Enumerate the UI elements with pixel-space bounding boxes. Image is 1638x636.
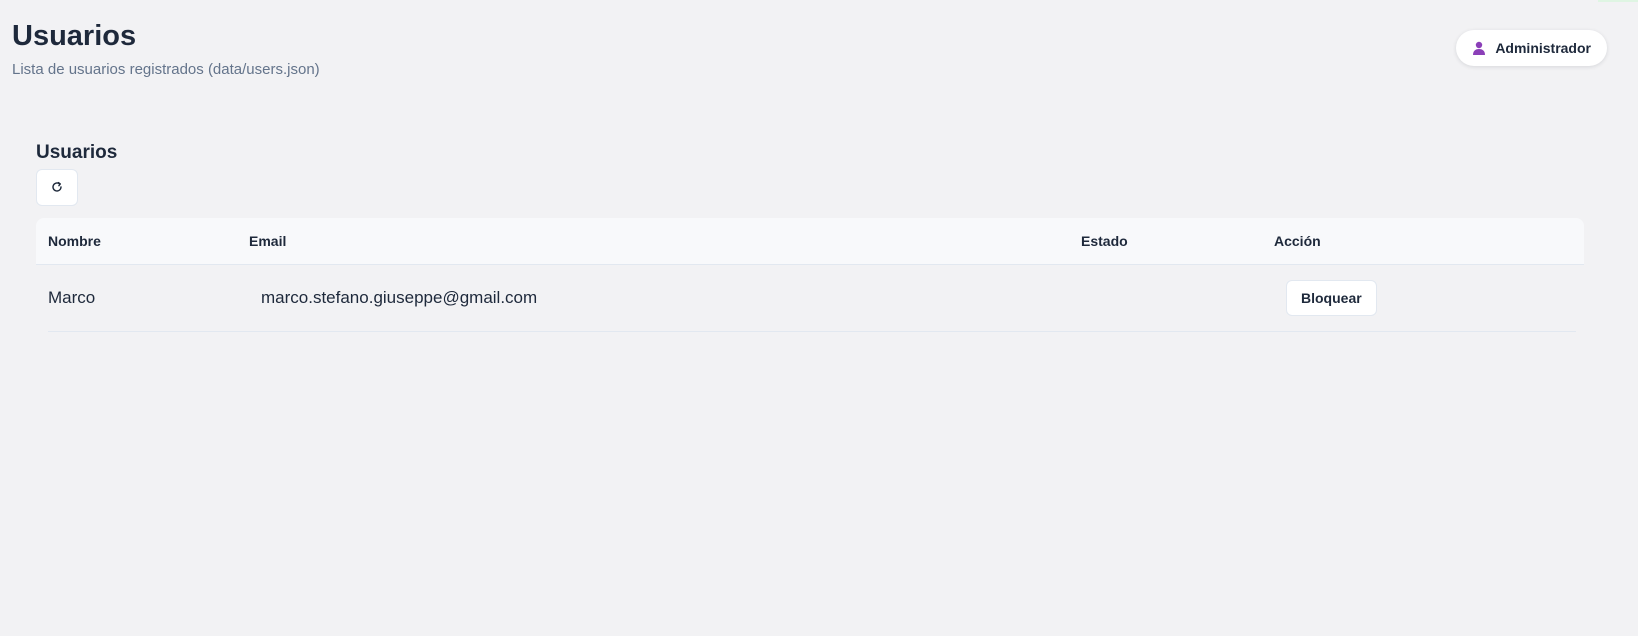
column-header-email: Email [249,233,287,249]
user-menu-button[interactable]: Administrador [1456,30,1607,66]
column-header-nombre: Nombre [48,233,101,249]
table-header: Nombre Email Estado Acción [36,218,1584,265]
refresh-button[interactable] [36,169,78,206]
top-accent-bar [1598,0,1638,2]
cell-email: marco.stefano.giuseppe@gmail.com [261,288,538,307]
column-header-accion: Acción [1274,233,1321,249]
page-subtitle: Lista de usuarios registrados (data/user… [12,61,320,78]
refresh-icon [51,180,63,196]
page-header: Usuarios Lista de usuarios registrados (… [12,18,320,80]
cell-accion: Bloquear [1286,280,1576,316]
column-header-estado: Estado [1081,233,1128,249]
user-icon [1472,41,1486,55]
users-table: Nombre Email Estado Acción Marco marco.s… [36,218,1584,332]
cell-nombre: Marco [48,288,96,307]
user-menu-label: Administrador [1495,40,1591,56]
page-title: Usuarios [12,20,137,52]
users-section: Usuarios Nombre Email Estado Acción Marc… [36,140,1584,332]
section-title: Usuarios [36,142,118,163]
table-row: Marco marco.stefano.giuseppe@gmail.com B… [48,265,1576,332]
block-user-button[interactable]: Bloquear [1286,280,1377,316]
